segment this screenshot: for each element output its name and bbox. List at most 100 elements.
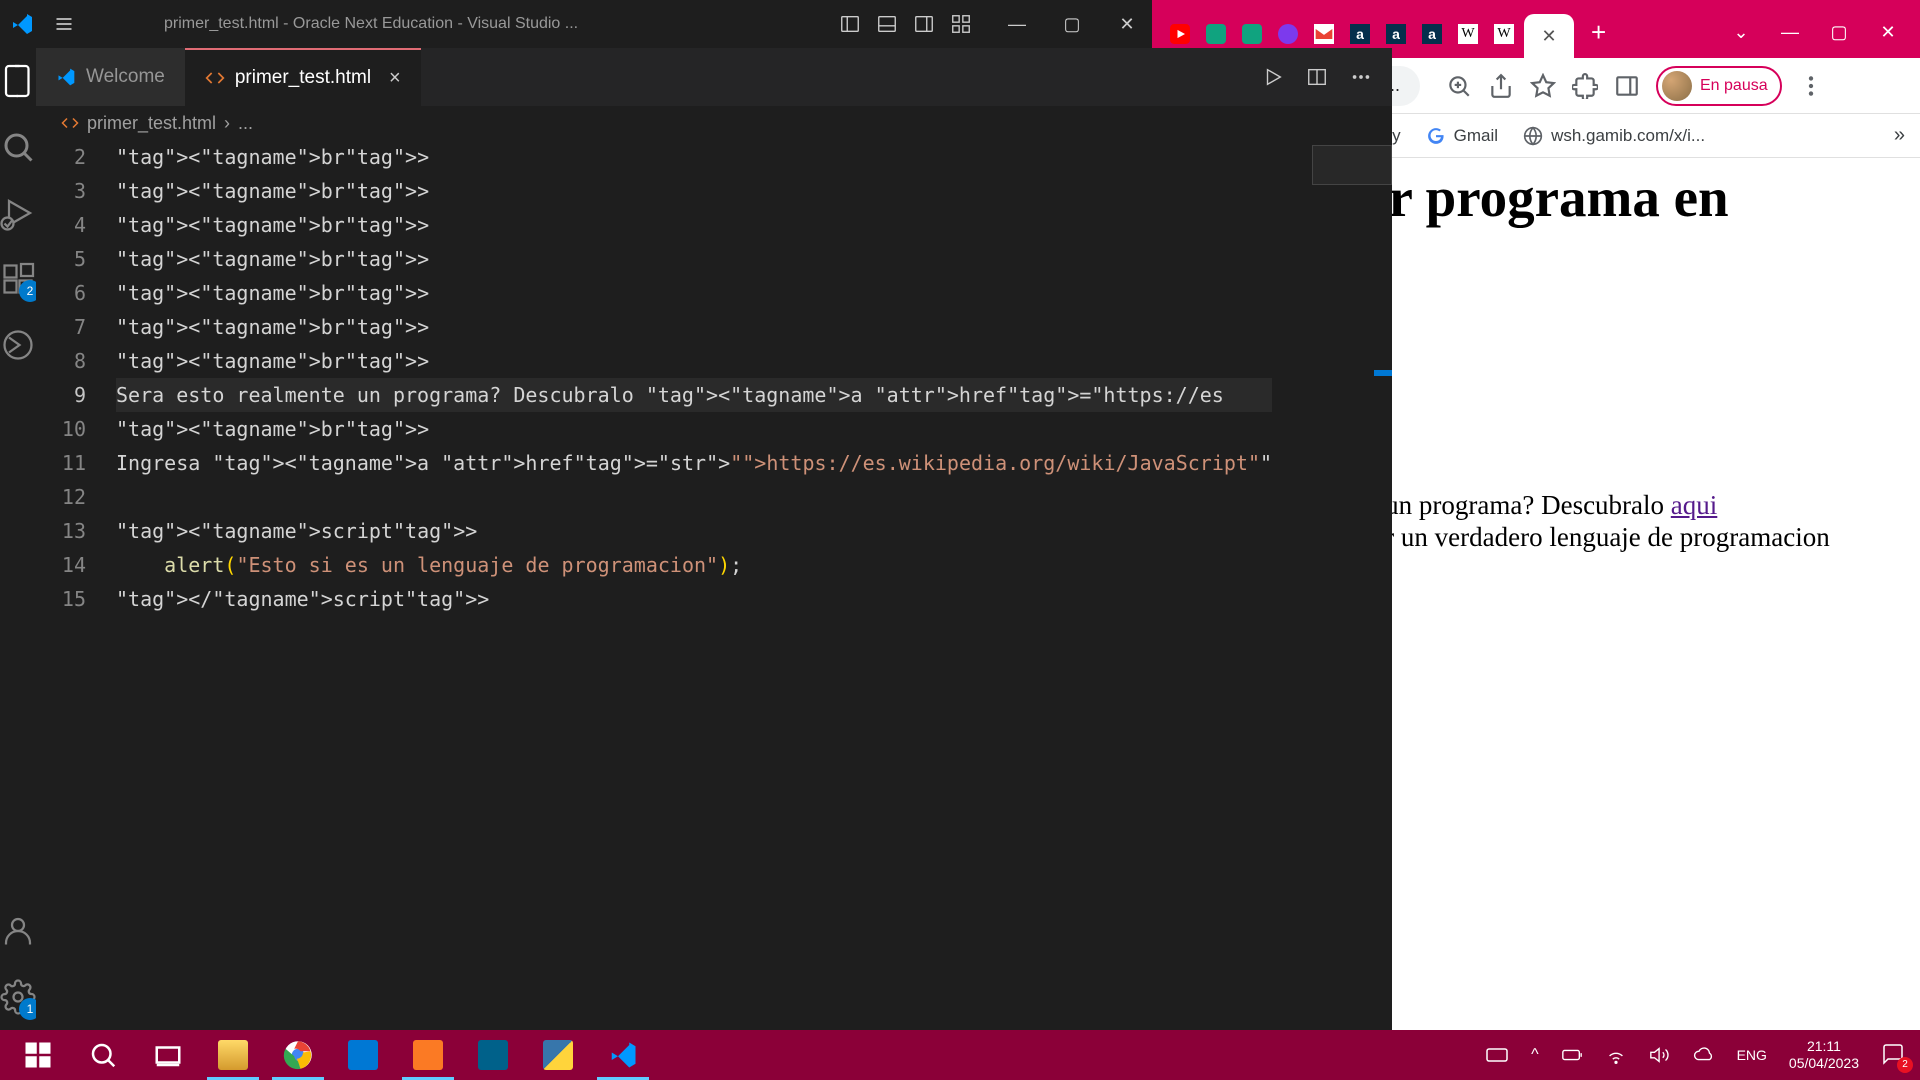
bookmarks-overflow-icon[interactable]: » xyxy=(1894,124,1905,147)
vscode-titlebar[interactable]: primer_test.html - Oracle Next Education… xyxy=(0,0,1152,48)
bookmark-star-icon[interactable] xyxy=(1530,73,1556,99)
browser-tab-active[interactable]: ✕ xyxy=(1524,14,1574,58)
explorer-icon[interactable] xyxy=(0,63,36,99)
search-button[interactable] xyxy=(70,1030,135,1080)
alura-icon: a xyxy=(1422,24,1442,44)
browser-tab[interactable] xyxy=(1308,18,1340,50)
xampp-icon xyxy=(413,1040,443,1070)
close-tab-icon[interactable]: ✕ xyxy=(1541,26,1556,47)
vscode-window: primer_test.html - Oracle Next Education… xyxy=(0,0,1152,1030)
profile-button[interactable]: En pausa xyxy=(1656,66,1782,106)
chrome-icon xyxy=(283,1040,313,1070)
wikipedia-icon: W xyxy=(1494,24,1514,44)
tray-chevron-icon[interactable]: ^ xyxy=(1531,1046,1539,1064)
tab-primer-test[interactable]: primer_test.html × xyxy=(185,48,421,106)
time-text: 21:11 xyxy=(1789,1038,1859,1055)
more-actions-icon[interactable] xyxy=(1350,66,1372,88)
vscode-logo-icon xyxy=(10,12,34,36)
browser-tab[interactable]: a xyxy=(1380,18,1412,50)
editor-tabs: Welcome primer_test.html × xyxy=(36,48,1392,106)
split-editor-icon[interactable] xyxy=(1306,66,1328,88)
browser-tab[interactable] xyxy=(1236,18,1268,50)
windows-taskbar[interactable]: ^ ENG 21:11 05/04/2023 2 xyxy=(0,1030,1920,1080)
close-tab-icon[interactable]: × xyxy=(389,67,401,90)
browser-tab[interactable]: a xyxy=(1416,18,1448,50)
wikipedia-icon: W xyxy=(1458,24,1478,44)
minimap[interactable] xyxy=(1272,140,1392,1030)
generic-tab-icon xyxy=(1278,24,1298,44)
chevron-right-icon: › xyxy=(224,113,230,134)
new-tab-button[interactable]: + xyxy=(1591,17,1606,48)
close-button[interactable]: ✕ xyxy=(1876,22,1900,43)
profile-label: En pausa xyxy=(1700,77,1768,95)
browser-tab[interactable] xyxy=(1272,18,1304,50)
gmail-icon xyxy=(1314,24,1334,44)
minimap-thumb[interactable] xyxy=(1312,145,1392,185)
bookmark-item[interactable]: wsh.gamib.com/x/i... xyxy=(1523,126,1705,146)
zoom-icon[interactable] xyxy=(1446,73,1472,99)
minimize-button[interactable]: — xyxy=(1778,22,1802,43)
task-view-button[interactable] xyxy=(135,1030,200,1080)
window-title: primer_test.html - Oracle Next Education… xyxy=(164,15,839,33)
maximize-button[interactable]: ▢ xyxy=(1057,14,1087,35)
search-icon[interactable] xyxy=(0,129,36,165)
volume-icon[interactable] xyxy=(1649,1044,1671,1066)
code-editor[interactable]: 23456789101112131415 "tag"><"tagname">br… xyxy=(36,140,1392,1030)
panel-bottom-icon[interactable] xyxy=(876,13,898,35)
accounts-icon[interactable] xyxy=(0,913,36,949)
chrome-menu-icon[interactable] xyxy=(1798,73,1824,99)
bookmark-item[interactable]: Gmail xyxy=(1426,126,1498,146)
run-icon[interactable] xyxy=(1262,66,1284,88)
start-button[interactable] xyxy=(5,1030,70,1080)
minimize-button[interactable]: — xyxy=(1002,14,1032,35)
alura-icon: a xyxy=(1386,24,1406,44)
python-task[interactable] xyxy=(525,1030,590,1080)
xampp-task[interactable] xyxy=(395,1030,460,1080)
battery-icon[interactable] xyxy=(1561,1044,1583,1066)
tab-label: Welcome xyxy=(86,66,165,88)
mysql-workbench-task[interactable] xyxy=(460,1030,525,1080)
ime-icon[interactable] xyxy=(1485,1043,1509,1067)
run-debug-icon[interactable] xyxy=(0,195,36,231)
live-server-icon[interactable] xyxy=(0,327,36,363)
clock[interactable]: 21:11 05/04/2023 xyxy=(1789,1038,1859,1072)
customize-layout-icon[interactable] xyxy=(950,13,972,35)
extensions-icon[interactable]: 2 xyxy=(0,261,36,297)
tab-welcome[interactable]: Welcome xyxy=(36,48,185,106)
language-indicator[interactable]: ENG xyxy=(1737,1047,1767,1063)
line-numbers: 23456789101112131415 xyxy=(36,140,116,1030)
browser-tab[interactable]: W xyxy=(1488,18,1520,50)
vscode-task[interactable] xyxy=(590,1030,655,1080)
youtube-icon xyxy=(1170,24,1190,44)
close-button[interactable]: ✕ xyxy=(1112,14,1142,35)
settings-gear-icon[interactable]: 1 xyxy=(0,979,36,1015)
browser-tab[interactable] xyxy=(1200,18,1232,50)
hamburger-menu-icon[interactable] xyxy=(54,14,74,34)
extensions-puzzle-icon[interactable] xyxy=(1572,73,1598,99)
browser-tab[interactable]: W xyxy=(1452,18,1484,50)
sidepanel-icon[interactable] xyxy=(1614,73,1640,99)
mysql-icon xyxy=(478,1040,508,1070)
avatar xyxy=(1662,71,1692,101)
chrome-task[interactable] xyxy=(265,1030,330,1080)
file-explorer-task[interactable] xyxy=(200,1030,265,1080)
breadcrumb[interactable]: primer_test.html › ... xyxy=(36,106,1392,140)
onedrive-icon[interactable] xyxy=(1693,1044,1715,1066)
breadcrumb-file: primer_test.html xyxy=(87,113,216,134)
notifications-button[interactable]: 2 xyxy=(1881,1042,1905,1069)
activity-bar: 2 1 xyxy=(0,48,36,1030)
wifi-icon[interactable] xyxy=(1605,1044,1627,1066)
browser-tab[interactable] xyxy=(1164,18,1196,50)
share-icon[interactable] xyxy=(1488,73,1514,99)
mail-task[interactable] xyxy=(330,1030,395,1080)
tab-search-icon[interactable]: ⌄ xyxy=(1729,22,1753,43)
browser-tab[interactable]: a xyxy=(1344,18,1376,50)
maximize-button[interactable]: ▢ xyxy=(1827,22,1851,43)
panel-left-icon[interactable] xyxy=(839,13,861,35)
code-content[interactable]: "tag"><"tagname">br"tag">>"tag"><"tagnam… xyxy=(116,140,1392,1030)
link-aqui-1[interactable]: aqui xyxy=(1671,490,1718,520)
notification-badge: 2 xyxy=(1897,1057,1913,1073)
bookmark-label: Gmail xyxy=(1454,126,1498,146)
date-text: 05/04/2023 xyxy=(1789,1055,1859,1072)
panel-right-icon[interactable] xyxy=(913,13,935,35)
